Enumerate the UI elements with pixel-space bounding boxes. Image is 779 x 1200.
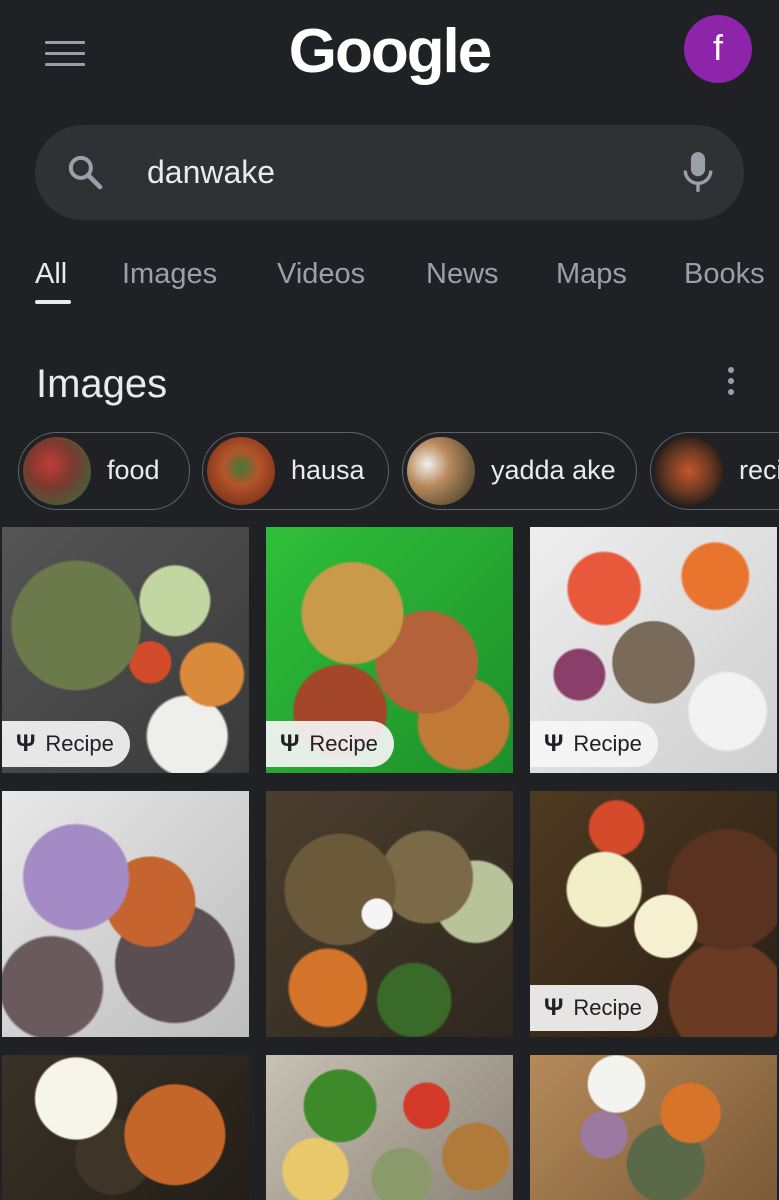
chip-recipe[interactable]: reci xyxy=(650,432,779,510)
search-input[interactable] xyxy=(145,153,669,192)
google-logo[interactable]: Google xyxy=(0,16,779,87)
fork-knife-icon: Ψ xyxy=(280,730,300,757)
image-result[interactable]: Ψ Recipe xyxy=(266,527,513,773)
more-options-icon[interactable] xyxy=(721,367,741,401)
chip-food[interactable]: food xyxy=(18,432,190,510)
recipe-badge: Ψ Recipe xyxy=(530,985,658,1031)
image-result[interactable] xyxy=(266,791,513,1037)
account-avatar[interactable]: f xyxy=(684,15,752,83)
image-result[interactable] xyxy=(2,1055,249,1200)
recipe-badge: Ψ Recipe xyxy=(2,721,130,767)
chip-label: reci xyxy=(739,455,779,485)
chip-thumbnail xyxy=(23,437,91,505)
refinement-chips: food hausa yadda ake reci xyxy=(0,432,779,510)
image-result[interactable] xyxy=(2,791,249,1037)
tab-all[interactable]: All xyxy=(35,258,67,291)
chip-thumbnail xyxy=(207,437,275,505)
search-bar[interactable] xyxy=(35,125,744,220)
search-tabs: All Images Videos News Maps Books xyxy=(0,248,779,308)
image-result[interactable] xyxy=(530,1055,777,1200)
chip-label: yadda ake xyxy=(491,455,616,485)
microphone-icon[interactable] xyxy=(681,149,715,195)
image-result[interactable] xyxy=(266,1055,513,1200)
recipe-badge-label: Recipe xyxy=(573,731,642,756)
tab-images[interactable]: Images xyxy=(122,258,217,291)
tab-books[interactable]: Books xyxy=(684,258,765,291)
fork-knife-icon: Ψ xyxy=(544,730,564,757)
image-result[interactable]: Ψ Recipe xyxy=(530,791,777,1037)
image-result[interactable]: Ψ Recipe xyxy=(530,527,777,773)
image-result[interactable]: Ψ Recipe xyxy=(2,527,249,773)
app-header: Google f xyxy=(0,0,779,110)
chip-thumbnail xyxy=(407,437,475,505)
search-icon[interactable] xyxy=(65,152,105,192)
recipe-badge-label: Recipe xyxy=(45,731,114,756)
recipe-badge-label: Recipe xyxy=(573,995,642,1020)
fork-knife-icon: Ψ xyxy=(16,730,36,757)
tab-news[interactable]: News xyxy=(426,258,499,291)
chip-hausa[interactable]: hausa xyxy=(202,432,389,510)
recipe-badge: Ψ Recipe xyxy=(266,721,394,767)
tab-videos[interactable]: Videos xyxy=(277,258,365,291)
section-title: Images xyxy=(36,362,168,406)
recipe-badge-label: Recipe xyxy=(309,731,378,756)
chip-label: food xyxy=(107,455,160,485)
chip-label: hausa xyxy=(291,455,365,485)
active-tab-indicator xyxy=(35,300,71,304)
recipe-badge: Ψ Recipe xyxy=(530,721,658,767)
fork-knife-icon: Ψ xyxy=(544,994,564,1021)
chip-thumbnail xyxy=(655,437,723,505)
chip-yadda-ake[interactable]: yadda ake xyxy=(402,432,637,510)
tab-maps[interactable]: Maps xyxy=(556,258,627,291)
